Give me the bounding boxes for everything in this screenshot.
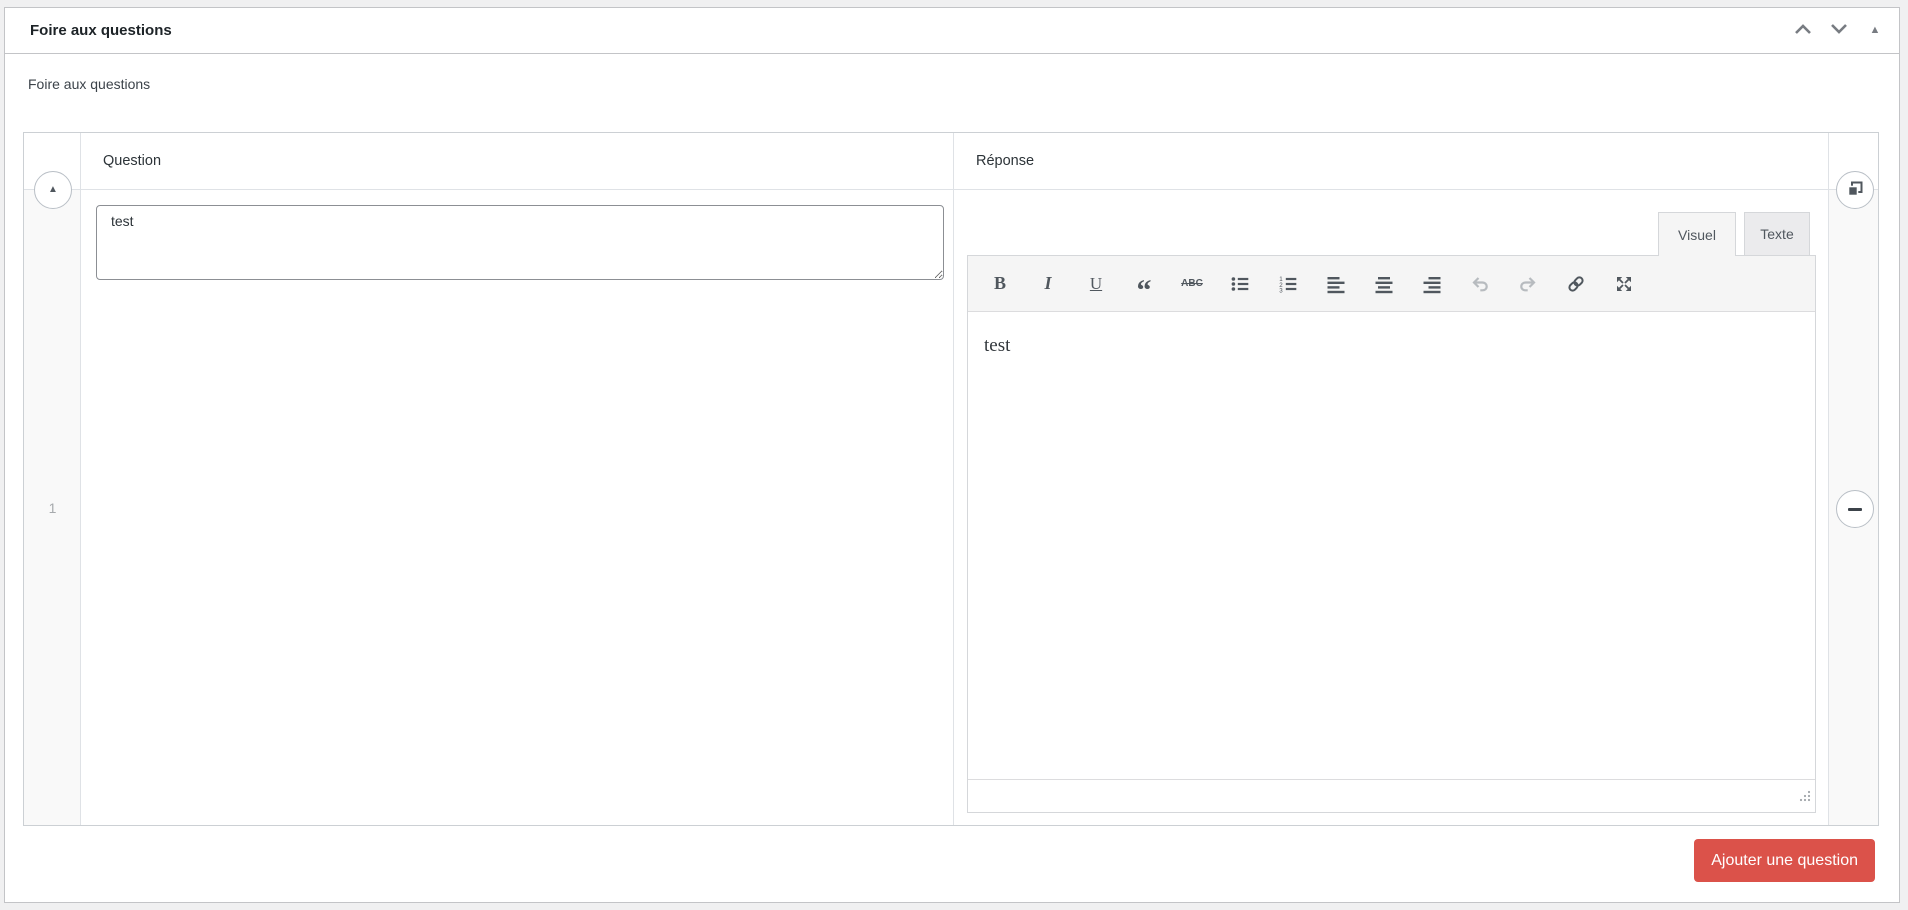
numbered-list-icon: 1 2 3	[1278, 274, 1298, 294]
redo-icon	[1518, 274, 1538, 294]
link-icon	[1566, 274, 1586, 294]
question-textarea[interactable]: test	[96, 205, 944, 280]
numbered-list-button[interactable]: 1 2 3	[1273, 269, 1303, 299]
wysiwyg-editor: B I U “ ABC 1 2 3 test	[967, 255, 1816, 813]
faq-metabox: Foire aux questions ▲ Foire aux question…	[4, 7, 1900, 903]
bulleted-list-button[interactable]	[1225, 269, 1255, 299]
question-column-header: Question	[81, 133, 954, 190]
link-button[interactable]	[1561, 269, 1591, 299]
undo-icon	[1470, 274, 1490, 294]
align-right-button[interactable]	[1417, 269, 1447, 299]
strikethrough-button[interactable]: ABC	[1177, 269, 1207, 299]
tab-text[interactable]: Texte	[1744, 212, 1810, 255]
align-left-icon	[1326, 274, 1346, 294]
resize-grip-icon[interactable]	[1798, 789, 1812, 808]
repeater-field-label: Foire aux questions	[28, 76, 151, 92]
metabox-handle-actions: ▲	[1785, 13, 1893, 49]
redo-button[interactable]	[1513, 269, 1543, 299]
duplicate-row-button[interactable]	[1836, 171, 1874, 209]
italic-button[interactable]: I	[1033, 269, 1063, 299]
editor-statusbar	[968, 779, 1815, 811]
bold-icon: B	[993, 273, 1006, 293]
row-number: 1	[48, 500, 57, 516]
blockquote-button[interactable]: “	[1129, 269, 1159, 307]
toggle-panel-button[interactable]: ▲	[1857, 13, 1893, 49]
metabox-header: Foire aux questions ▲	[5, 8, 1899, 54]
move-down-button[interactable]	[1821, 13, 1857, 49]
italic-icon: I	[1044, 273, 1052, 293]
collapse-row-button[interactable]: ▲	[34, 171, 72, 209]
align-left-button[interactable]	[1321, 269, 1351, 299]
tab-visual[interactable]: Visuel	[1658, 212, 1736, 256]
triangle-up-icon: ▲	[1869, 24, 1881, 36]
strikethrough-icon: ABC	[1181, 278, 1203, 289]
editor-toolbar: B I U “ ABC 1 2 3	[968, 256, 1815, 312]
undo-button[interactable]	[1465, 269, 1495, 299]
duplicate-icon	[1845, 179, 1865, 202]
repeater-table: Question Réponse ▲ 1 test Visuel Texte B…	[23, 132, 1879, 826]
chevron-down-icon	[1829, 22, 1849, 39]
underline-button[interactable]: U	[1081, 269, 1111, 299]
fullscreen-button[interactable]	[1609, 269, 1639, 299]
add-question-button[interactable]: Ajouter une question	[1694, 839, 1875, 882]
bold-button[interactable]: B	[985, 269, 1015, 299]
metabox-title: Foire aux questions	[30, 22, 172, 39]
fullscreen-icon	[1614, 274, 1634, 294]
bulleted-list-icon	[1230, 274, 1250, 294]
underline-icon: U	[1089, 273, 1103, 293]
minus-icon	[1848, 507, 1862, 511]
answer-column-header: Réponse	[954, 133, 1829, 190]
move-up-button[interactable]	[1785, 13, 1821, 49]
align-center-button[interactable]	[1369, 269, 1399, 299]
triangle-up-icon: ▲	[48, 184, 58, 195]
chevron-up-icon	[1793, 22, 1813, 39]
answer-column-label: Réponse	[976, 153, 1035, 169]
blockquote-icon: “	[1136, 273, 1152, 307]
question-cell	[81, 190, 954, 825]
align-center-icon	[1374, 274, 1394, 294]
align-right-icon	[1422, 274, 1442, 294]
question-column-label: Question	[103, 153, 162, 169]
tab-visual-label: Visuel	[1678, 226, 1716, 243]
editor-content[interactable]: test	[968, 312, 1815, 779]
remove-row-button[interactable]	[1836, 490, 1874, 528]
svg-text:3: 3	[1279, 287, 1283, 293]
tab-text-label: Texte	[1760, 226, 1794, 242]
